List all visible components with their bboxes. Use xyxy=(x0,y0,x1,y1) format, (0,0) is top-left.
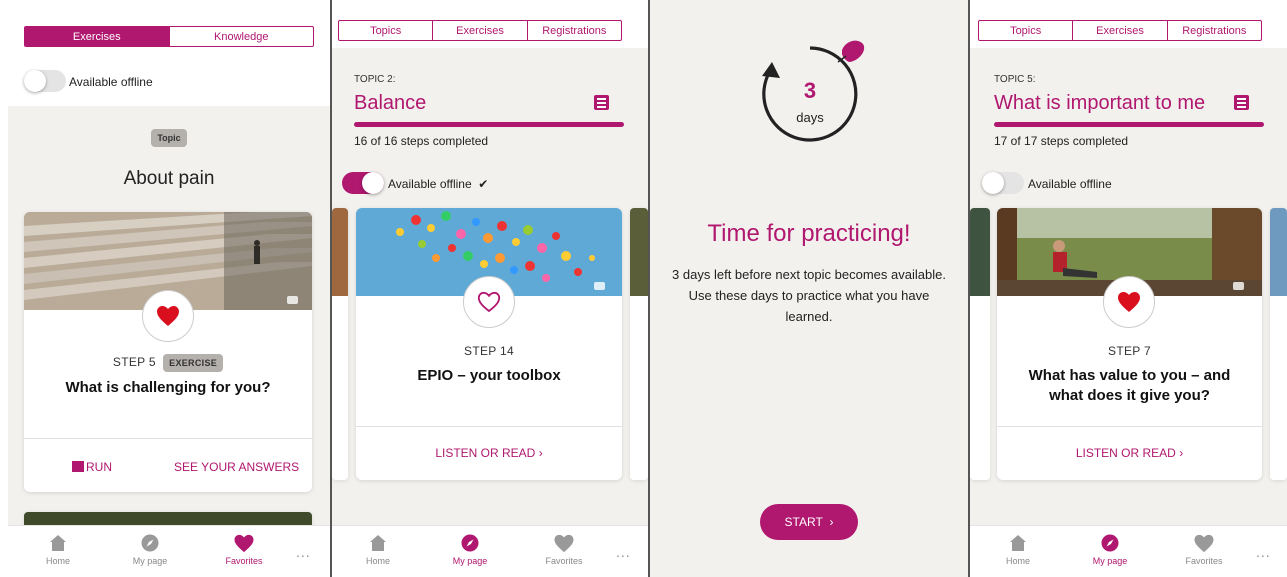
listen-or-read-button[interactable]: LISTEN OR READ › xyxy=(356,446,622,460)
card-title-line-1: What has value to you – and xyxy=(1028,367,1231,384)
nav-mypage[interactable]: My page xyxy=(1080,533,1140,566)
tab-registrations[interactable]: Registrations xyxy=(1166,21,1261,40)
bottom-nav: Home My page Favorites ... xyxy=(970,525,1287,577)
compass-icon xyxy=(1080,533,1140,553)
card-divider xyxy=(997,426,1262,427)
offline-label: Available offline ✔ xyxy=(388,177,489,191)
segment-control: Topics Exercises Registrations xyxy=(338,20,622,41)
nav-mypage[interactable]: My page xyxy=(440,533,500,566)
topic-title: Balance xyxy=(354,92,427,114)
nav-favorites[interactable]: Favorites xyxy=(214,533,274,566)
nav-home[interactable]: Home xyxy=(28,533,88,566)
check-icon: ✔ xyxy=(478,177,489,191)
next-card-peek[interactable] xyxy=(630,208,648,480)
step-card[interactable]: STEP 7 What has value to you – and what … xyxy=(997,208,1262,480)
home-icon xyxy=(988,533,1048,553)
tab-topics[interactable]: Topics xyxy=(979,21,1072,40)
nav-home[interactable]: Home xyxy=(988,533,1048,566)
bottom-nav: Home My page Favorites ... xyxy=(8,525,330,577)
chevron-right-icon: › xyxy=(829,515,834,529)
tab-exercises[interactable]: Exercises xyxy=(432,21,526,40)
step-number: STEP 5 xyxy=(112,355,156,369)
nav-favorites[interactable]: Favorites xyxy=(534,533,594,566)
compass-icon xyxy=(120,533,180,553)
progress-text: 17 of 17 steps completed xyxy=(994,134,1129,148)
card-title-line-2: what does it give you? xyxy=(1049,387,1210,404)
segment-control: Exercises Knowledge xyxy=(24,26,314,47)
home-icon xyxy=(28,533,88,553)
more-icon[interactable]: ... xyxy=(296,544,311,560)
chevron-right-icon: › xyxy=(538,446,543,460)
listen-or-read-button[interactable]: LISTEN OR READ › xyxy=(997,446,1262,460)
offline-toggle[interactable] xyxy=(342,172,384,194)
card-title: What is challenging for you? xyxy=(65,379,271,396)
step-row: STEP 5 EXERCISE xyxy=(24,354,312,372)
heart-filled-icon[interactable] xyxy=(142,290,194,342)
card-divider xyxy=(24,438,312,439)
topic-label: TOPIC 2: xyxy=(354,74,396,85)
heart-filled-icon[interactable] xyxy=(1103,276,1155,328)
camera-icon[interactable] xyxy=(1233,282,1244,290)
more-icon[interactable]: ... xyxy=(1256,544,1271,560)
compass-icon xyxy=(440,533,500,553)
camera-icon[interactable] xyxy=(287,296,298,304)
progress-track xyxy=(354,122,624,127)
tab-knowledge[interactable]: Knowledge xyxy=(168,27,314,46)
offline-toggle[interactable] xyxy=(982,172,1024,194)
offline-toggle[interactable] xyxy=(24,70,66,92)
edit-icon xyxy=(72,461,84,472)
heart-outline-icon[interactable] xyxy=(463,276,515,328)
screen-practice: 3 days Time for practicing! 3 days left … xyxy=(650,0,968,577)
heart-icon xyxy=(214,533,274,553)
step-number: STEP 14 xyxy=(464,344,514,358)
practice-heading: Time for practicing! xyxy=(707,220,911,247)
countdown-unit: days xyxy=(796,110,824,125)
card-title: EPIO – your toolbox xyxy=(417,367,561,384)
more-icon[interactable]: ... xyxy=(616,544,631,560)
start-button[interactable]: START › xyxy=(760,504,858,540)
progress-bar xyxy=(994,122,1264,127)
offline-label: Available offline xyxy=(1028,177,1112,191)
countdown-number: 3 xyxy=(803,78,817,103)
topic-title: What is important to me xyxy=(994,92,1206,114)
step-card[interactable]: STEP 14 EPIO – your toolbox LISTEN OR RE… xyxy=(356,208,622,480)
tab-exercises[interactable]: Exercises xyxy=(1072,21,1166,40)
nav-home[interactable]: Home xyxy=(348,533,408,566)
topic-label: TOPIC 5: xyxy=(994,74,1036,85)
bottom-nav: Home My page Favorites ... xyxy=(332,525,648,577)
screen-topic-balance: Topics Exercises Registrations TOPIC 2: … xyxy=(332,0,648,577)
exercise-badge: EXERCISE xyxy=(163,354,224,372)
heart-icon xyxy=(534,533,594,553)
progress-track xyxy=(994,122,1264,127)
progress-bar xyxy=(354,122,624,127)
step-number: STEP 7 xyxy=(1108,344,1151,358)
practice-body: 3 days left before next topic becomes av… xyxy=(672,267,946,324)
card-divider xyxy=(356,426,622,427)
topic-heading: About pain xyxy=(123,168,215,189)
screen-topic-important: Topics Exercises Registrations TOPIC 5: … xyxy=(970,0,1287,577)
list-icon[interactable] xyxy=(1234,95,1249,110)
camera-icon[interactable] xyxy=(594,282,605,290)
progress-text: 16 of 16 steps completed xyxy=(354,134,489,148)
screens-collage: Exercises Knowledge Available offline To… xyxy=(0,0,1287,577)
segment-control: Topics Exercises Registrations xyxy=(978,20,1262,41)
tab-exercises[interactable]: Exercises xyxy=(25,27,169,46)
heart-icon xyxy=(1174,533,1234,553)
topic-badge: Topic xyxy=(151,129,187,147)
nav-mypage[interactable]: My page xyxy=(120,533,180,566)
offline-label: Available offline xyxy=(69,75,153,89)
step-card[interactable]: STEP 5 EXERCISE What is challenging for … xyxy=(24,212,312,492)
screen-exercises: Exercises Knowledge Available offline To… xyxy=(8,0,330,577)
run-button[interactable]: RUN xyxy=(72,460,112,474)
next-card-peek[interactable] xyxy=(1270,208,1287,480)
prev-card-peek[interactable] xyxy=(970,208,990,480)
tab-topics[interactable]: Topics xyxy=(339,21,432,40)
see-answers-button[interactable]: SEE YOUR ANSWERS xyxy=(174,460,299,474)
nav-favorites[interactable]: Favorites xyxy=(1174,533,1234,566)
home-icon xyxy=(348,533,408,553)
chevron-right-icon: › xyxy=(1179,446,1184,460)
list-icon[interactable] xyxy=(594,95,609,110)
prev-card-peek[interactable] xyxy=(332,208,348,480)
tab-registrations[interactable]: Registrations xyxy=(526,21,621,40)
